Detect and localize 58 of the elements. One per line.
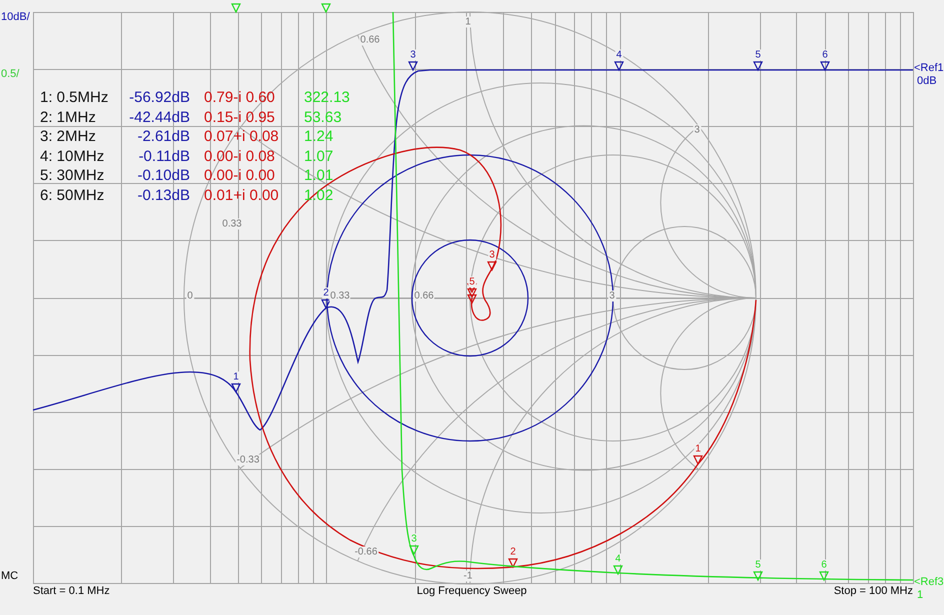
marker-impedance: 0.00-i 0.00 bbox=[203, 167, 276, 184]
scale-label: 0.5/ bbox=[1, 68, 20, 81]
marker-impedance: 0.00-i 0.08 bbox=[203, 148, 276, 165]
reference-label: <Ref1 bbox=[914, 62, 944, 75]
marker-swr: 322.13 bbox=[303, 89, 351, 106]
mode-label: MC bbox=[1, 570, 18, 583]
smith-chart-label: 0.33 bbox=[329, 290, 351, 302]
smith-chart-label: 3 bbox=[693, 124, 701, 136]
marker-magnitude: -0.11dB bbox=[138, 148, 191, 165]
marker-label: 1 bbox=[232, 372, 240, 382]
reference-value: 0dB bbox=[917, 75, 937, 88]
smith-chart-label: 0.66 bbox=[359, 34, 381, 46]
marker-magnitude: -2.61dB bbox=[136, 128, 191, 146]
smith-chart-label: 0.66 bbox=[413, 290, 435, 302]
marker-impedance: 0.07+i 0.08 bbox=[203, 128, 280, 146]
smith-chart-label: -1 bbox=[462, 570, 474, 582]
marker-impedance: 0.15-i 0.95 bbox=[203, 108, 276, 126]
stop-frequency: Stop = 100 MHz bbox=[834, 584, 913, 598]
marker-label: 6 bbox=[820, 560, 828, 570]
start-frequency: Start = 0.1 MHz bbox=[33, 584, 110, 598]
marker-label: 3 bbox=[488, 250, 496, 260]
marker-magnitude: -42.44dB bbox=[128, 108, 191, 126]
marker-label: 4 bbox=[615, 50, 623, 60]
marker-label: 5 bbox=[468, 276, 476, 288]
marker-impedance: 0.01+i 0.00 bbox=[203, 186, 280, 204]
marker-label: 6 bbox=[821, 50, 829, 60]
marker-label: 3 bbox=[409, 50, 417, 60]
marker-name: 5: 30MHz bbox=[40, 167, 106, 184]
marker-label: 5 bbox=[754, 50, 762, 60]
marker-swr: 53.63 bbox=[303, 108, 343, 126]
scale-label: 10dB/ bbox=[1, 11, 30, 24]
marker-label: 4 bbox=[614, 554, 622, 564]
marker-name: 6: 50MHz bbox=[40, 186, 106, 204]
marker-name: 1: 0.5MHz bbox=[40, 89, 110, 106]
smith-chart-label: 0.33 bbox=[221, 218, 243, 230]
marker-label: 3 bbox=[410, 534, 418, 544]
marker-label: 2 bbox=[509, 546, 517, 558]
marker-label: 1 bbox=[694, 444, 702, 454]
smith-chart-label: -0.33 bbox=[236, 454, 260, 466]
marker-label: 2 bbox=[322, 288, 330, 298]
reference-value: 1 bbox=[917, 589, 924, 602]
marker-label: 5 bbox=[754, 560, 762, 570]
smith-chart-label: 1 bbox=[464, 16, 472, 28]
marker-swr: 1.07 bbox=[303, 148, 334, 165]
marker-name: 3: 2MHz bbox=[40, 128, 97, 146]
marker-swr: 1.01 bbox=[303, 167, 334, 184]
marker-swr: 1.24 bbox=[303, 128, 334, 146]
reference-label: <Ref3 bbox=[914, 576, 944, 589]
marker-magnitude: -56.92dB bbox=[128, 89, 191, 106]
smith-chart-label: 0 bbox=[186, 290, 194, 302]
marker-magnitude: -0.13dB bbox=[136, 186, 191, 204]
smith-chart-label: -0.66 bbox=[354, 546, 378, 558]
sweep-type: Log Frequency Sweep bbox=[416, 584, 527, 598]
marker-name: 4: 10MHz bbox=[40, 148, 106, 165]
smith-chart-label: 3 bbox=[608, 290, 616, 302]
marker-magnitude: -0.10dB bbox=[136, 167, 191, 184]
marker-name: 2: 1MHz bbox=[40, 108, 97, 126]
marker-impedance: 0.79-i 0.60 bbox=[203, 89, 276, 106]
